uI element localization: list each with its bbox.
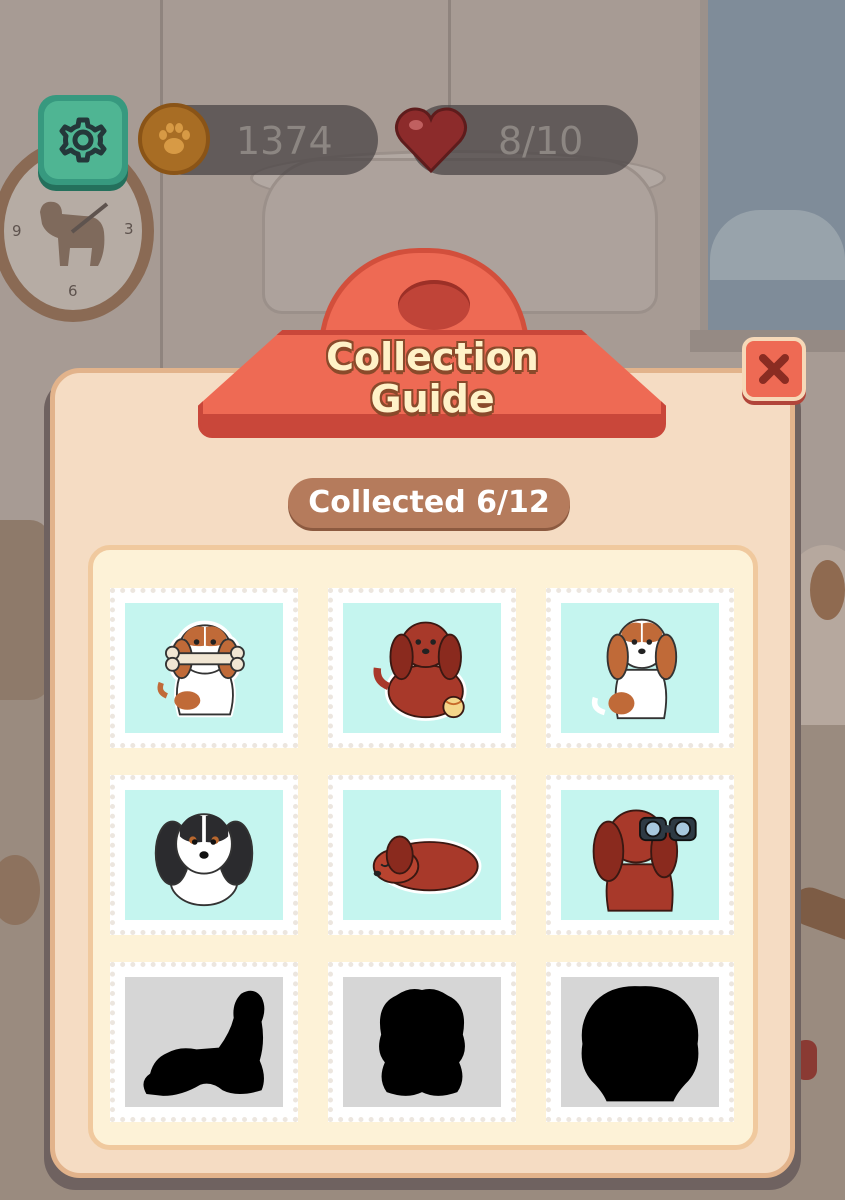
locked-dog-silhouette-icon [143,990,265,1096]
dog-portrait-icon [154,813,254,907]
window [700,0,845,330]
modal-title-line1: Collection [326,335,539,379]
stamp-dog-portrait[interactable] [110,775,298,935]
stamp-dog-with-binoculars[interactable] [546,775,734,935]
stamp-locked-2[interactable] [328,962,516,1122]
stamp-art [561,603,719,733]
heart-icon [395,107,467,174]
stamp-art [125,603,283,733]
dog-with-bone-icon [157,620,245,718]
stamp-art [343,790,501,920]
stamp-sitting-dog[interactable] [546,588,734,748]
sitting-dog-icon [591,618,678,720]
lives-counter: 8/10 [395,105,638,175]
locked-dog-silhouette-icon [581,986,699,1102]
settings-button[interactable] [38,95,128,185]
dog-with-ball-icon [373,621,467,721]
stamp-dog-with-bone[interactable] [110,588,298,748]
paw-icon [159,123,190,154]
sleeping-dog-icon [372,835,482,894]
lives-count: 8/10 [498,119,584,163]
collected-count-badge: Collected 6/12 [288,478,570,528]
stamp-locked-1[interactable] [110,962,298,1122]
clipboard-clip-hole [398,280,470,330]
stamp-sleeping-dog[interactable] [328,775,516,935]
stamp-art [561,977,719,1107]
basket [0,520,50,700]
stamp-art [343,603,501,733]
modal-title-line2: Guide [370,377,495,421]
clock-number: 6 [68,282,78,300]
dog-silhouette-icon [40,201,109,266]
gear-icon [59,117,107,163]
stamp-art [125,977,283,1107]
paw-coin-icon [138,103,210,175]
stamp-locked-3[interactable] [546,962,734,1122]
stamp-art [561,790,719,920]
dog-with-binoculars-icon [592,809,697,912]
stamp-dog-with-ball[interactable] [328,588,516,748]
background-dog-ear [810,560,845,620]
stamp-art [125,790,283,920]
coin-count: 1374 [236,119,333,163]
clock-number: 3 [124,220,134,238]
modal-title: Collection Guide [300,336,565,420]
clock-number: 9 [12,222,22,240]
close-button[interactable] [742,337,806,401]
stamp-art [343,977,501,1107]
locked-dog-silhouette-icon [379,988,465,1096]
close-icon [759,354,789,384]
coin-counter: 1374 [138,103,378,175]
cloud [710,210,845,280]
